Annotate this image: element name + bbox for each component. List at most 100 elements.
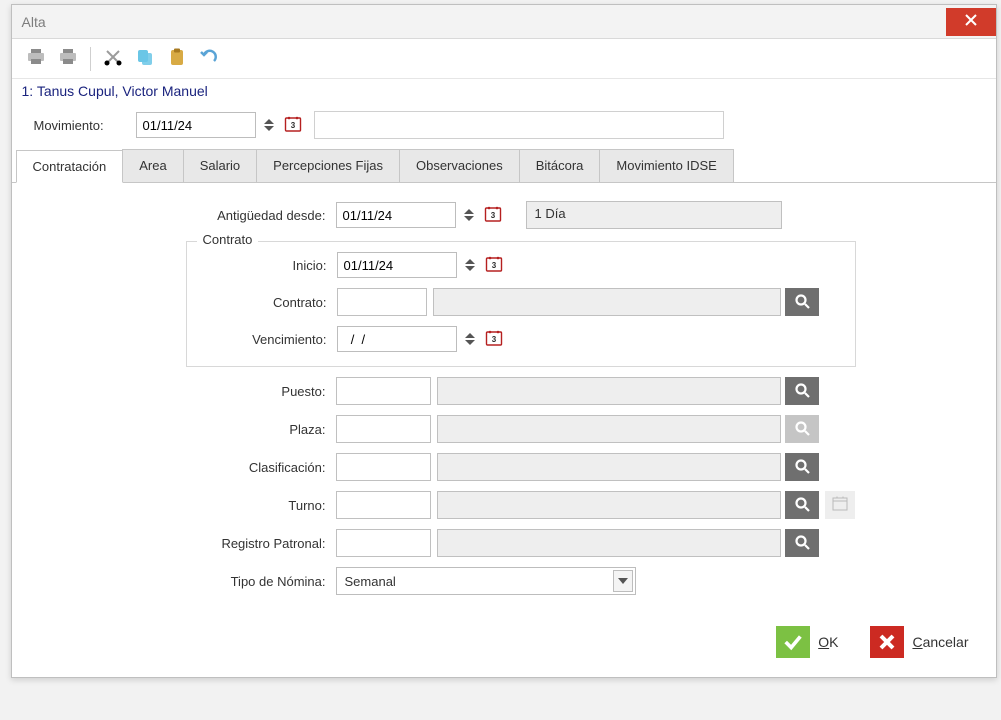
plaza-label: Plaza: <box>26 422 336 437</box>
paste-button[interactable] <box>163 45 191 73</box>
calendar-icon: 3 <box>485 329 503 350</box>
undo-button[interactable] <box>195 45 223 73</box>
antiguedad-spinner[interactable] <box>460 202 478 228</box>
vencimiento-spinner[interactable] <box>461 326 479 352</box>
tipo-nomina-select[interactable]: Semanal <box>336 567 636 595</box>
ok-button-label: OK <box>818 634 838 650</box>
tab-percepciones[interactable]: Percepciones Fijas <box>256 149 400 182</box>
tipo-nomina-row: Tipo de Nómina: Semanal <box>26 567 982 595</box>
close-icon <box>870 626 904 658</box>
tipo-nomina-label: Tipo de Nómina: <box>26 574 336 589</box>
search-icon <box>794 496 810 515</box>
movimiento-spinner[interactable] <box>260 112 278 138</box>
employee-identity: 1: Tanus Cupul, Victor Manuel <box>12 79 996 105</box>
puesto-label: Puesto: <box>26 384 336 399</box>
antiguedad-row: Antigüedad desde: 3 1 Día <box>26 201 982 229</box>
plaza-search-button[interactable] <box>785 415 819 443</box>
movimiento-label: Movimiento: <box>34 118 126 133</box>
print-secondary-button[interactable] <box>54 45 82 73</box>
contrato-code-input[interactable] <box>337 288 427 316</box>
dialog-footer: OK Cancelar <box>12 611 996 677</box>
registro-patronal-desc-input <box>437 529 781 557</box>
print-button[interactable] <box>22 45 50 73</box>
tab-salario[interactable]: Salario <box>183 149 257 182</box>
registro-patronal-search-button[interactable] <box>785 529 819 557</box>
svg-text:3: 3 <box>491 335 496 344</box>
contrato-desc-input <box>433 288 781 316</box>
vencimiento-date-input[interactable] <box>337 326 457 352</box>
contratacion-form: Antigüedad desde: 3 1 Día Contrato Inici… <box>12 183 996 611</box>
title-bar: Alta <box>12 5 996 39</box>
turno-search-button[interactable] <box>785 491 819 519</box>
vencimiento-row: Vencimiento: 3 <box>201 326 841 352</box>
contrato-legend: Contrato <box>197 232 259 247</box>
movimiento-calendar-button[interactable]: 3 <box>282 114 304 136</box>
movimiento-description[interactable] <box>314 111 724 139</box>
vencimiento-calendar-button[interactable]: 3 <box>483 328 505 350</box>
turno-row: Turno: <box>26 491 982 519</box>
registro-patronal-code-input[interactable] <box>336 529 431 557</box>
plaza-row: Plaza: <box>26 415 982 443</box>
close-icon <box>965 14 977 29</box>
calendar-icon: 3 <box>284 115 302 136</box>
movimiento-date-input[interactable] <box>136 112 256 138</box>
turno-label: Turno: <box>26 498 336 513</box>
svg-text:3: 3 <box>290 121 295 130</box>
puesto-desc-input <box>437 377 781 405</box>
antiguedad-calendar-button[interactable]: 3 <box>482 204 504 226</box>
clasificacion-row: Clasificación: <box>26 453 982 481</box>
svg-text:3: 3 <box>491 261 496 270</box>
plaza-code-input[interactable] <box>336 415 431 443</box>
cut-button[interactable] <box>99 45 127 73</box>
copy-button[interactable] <box>131 45 159 73</box>
turno-calendar-button[interactable] <box>825 491 855 519</box>
inicio-label: Inicio: <box>201 258 337 273</box>
clasificacion-code-input[interactable] <box>336 453 431 481</box>
puesto-code-input[interactable] <box>336 377 431 405</box>
tab-movimiento-idse[interactable]: Movimiento IDSE <box>599 149 733 182</box>
check-icon <box>776 626 810 658</box>
turno-code-input[interactable] <box>336 491 431 519</box>
contrato-label: Contrato: <box>201 295 337 310</box>
tab-contratacion[interactable]: Contratación <box>16 150 124 183</box>
search-icon <box>794 458 810 477</box>
tab-bitacora[interactable]: Bitácora <box>519 149 601 182</box>
printer-icon <box>58 47 78 70</box>
scissors-icon <box>103 47 123 70</box>
cancel-button[interactable]: Cancelar <box>865 621 981 663</box>
alta-window: Alta <box>11 4 997 678</box>
antiguedad-date-input[interactable] <box>336 202 456 228</box>
inicio-calendar-button[interactable]: 3 <box>483 254 505 276</box>
svg-text:3: 3 <box>490 211 495 220</box>
ok-button[interactable]: OK <box>771 621 851 663</box>
clasificacion-label: Clasificación: <box>26 460 336 475</box>
inicio-row: Inicio: 3 <box>201 252 841 278</box>
tab-observaciones[interactable]: Observaciones <box>399 149 520 182</box>
turno-desc-input <box>437 491 781 519</box>
copy-icon <box>135 47 155 70</box>
cancel-button-label: Cancelar <box>912 634 968 650</box>
search-icon <box>794 293 810 312</box>
clasificacion-desc-input <box>437 453 781 481</box>
clasificacion-search-button[interactable] <box>785 453 819 481</box>
puesto-search-button[interactable] <box>785 377 819 405</box>
chevron-up-icon <box>264 119 274 124</box>
paste-icon <box>167 47 187 70</box>
window-close-button[interactable] <box>946 8 996 36</box>
contrato-row: Contrato: <box>201 288 841 316</box>
registro-patronal-label: Registro Patronal: <box>26 536 336 551</box>
inicio-date-input[interactable] <box>337 252 457 278</box>
tab-bar: Contratación Area Salario Percepciones F… <box>12 149 996 183</box>
search-icon <box>794 534 810 553</box>
contrato-fieldset: Contrato Inicio: 3 Contrato: <box>186 241 856 367</box>
tab-area[interactable]: Area <box>122 149 183 182</box>
calendar-icon <box>831 495 849 516</box>
toolbar-separator <box>90 47 91 71</box>
movimiento-date-field: 3 <box>136 112 304 138</box>
tipo-nomina-value: Semanal <box>345 574 396 589</box>
inicio-spinner[interactable] <box>461 252 479 278</box>
antiguedad-label: Antigüedad desde: <box>26 208 336 223</box>
registro-patronal-row: Registro Patronal: <box>26 529 982 557</box>
window-title: Alta <box>22 14 46 30</box>
contrato-search-button[interactable] <box>785 288 819 316</box>
